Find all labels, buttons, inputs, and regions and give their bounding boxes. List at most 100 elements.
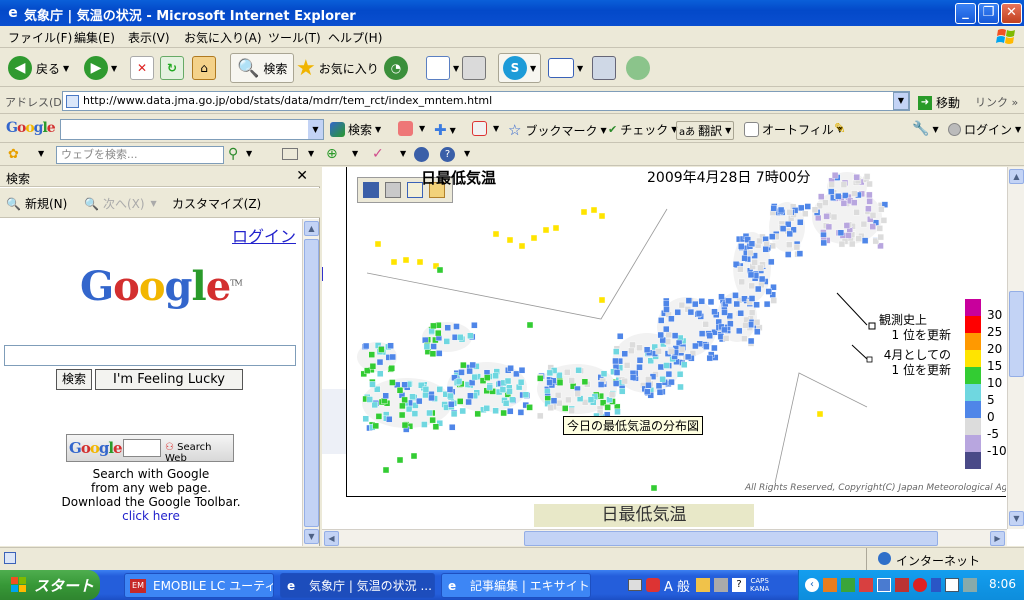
- horizontal-scroll-thumb[interactable]: [524, 531, 938, 546]
- help-icon[interactable]: ?: [440, 147, 455, 162]
- customize-button[interactable]: カスタマイズ(Z): [172, 195, 261, 212]
- ime-tool-icon[interactable]: [714, 578, 729, 592]
- highlight-button[interactable]: ✎: [834, 121, 846, 137]
- ime-icon[interactable]: [646, 578, 660, 592]
- tray-app-icon[interactable]: [859, 578, 873, 592]
- menu-edit[interactable]: 編集(E): [74, 29, 115, 46]
- volume-icon[interactable]: [963, 578, 977, 592]
- messenger-people-button[interactable]: [626, 53, 650, 83]
- history-button[interactable]: ◔: [384, 53, 408, 83]
- security-alert-icon[interactable]: [913, 578, 927, 592]
- taskbar-item-emobile[interactable]: EM EMOBILE LC ユーティ...: [124, 573, 274, 598]
- menu-favorites[interactable]: お気に入り(A): [184, 29, 262, 46]
- search-icon[interactable]: ⚲: [228, 146, 238, 162]
- print-icon[interactable]: [385, 182, 401, 198]
- scroll-thumb[interactable]: [304, 239, 319, 527]
- bookmark-button[interactable]: ☆ ブックマーク ▼: [508, 121, 607, 139]
- research-button[interactable]: [592, 53, 616, 83]
- mail-button[interactable]: ▼: [426, 53, 459, 83]
- promo-link[interactable]: click here: [0, 509, 302, 523]
- tray-app-icon[interactable]: [823, 578, 837, 592]
- address-dropdown-button[interactable]: ▼: [893, 92, 909, 110]
- chevron-down-icon[interactable]: ▼: [111, 64, 117, 73]
- window-titlebar[interactable]: e 気象庁 | 気温の状況 - Microsoft Internet Explo…: [0, 0, 1024, 26]
- scroll-up-button[interactable]: ▲: [304, 221, 319, 236]
- messenger-button[interactable]: S ▼: [498, 53, 542, 83]
- tray-app-icon[interactable]: [895, 578, 909, 592]
- menu-tools[interactable]: ツール(T): [268, 29, 321, 46]
- new-search-button[interactable]: 🔍 新規(N): [6, 195, 67, 212]
- scroll-down-button[interactable]: ▼: [304, 529, 319, 544]
- minimize-button[interactable]: _: [955, 3, 976, 24]
- chevron-down-icon[interactable]: ▼: [464, 149, 470, 158]
- chevron-down-icon[interactable]: ▼: [577, 64, 583, 73]
- web-search-input[interactable]: ウェブを検索...: [56, 146, 224, 164]
- google-search-button[interactable]: 検索 ▼: [330, 121, 381, 138]
- eraser-button[interactable]: ▼: [398, 121, 425, 136]
- toolbar-logo-icon[interactable]: ✿: [8, 147, 19, 162]
- links-button[interactable]: リンク »: [975, 94, 1018, 110]
- settings-button[interactable]: 🔧 ▼: [912, 121, 939, 137]
- taskbar-item-jma[interactable]: e 気象庁 | 気温の状況 ...: [280, 573, 435, 598]
- chevron-down-icon[interactable]: ▼: [246, 149, 252, 158]
- clock[interactable]: 8:06: [989, 577, 1016, 591]
- google-toolbar-search-dropdown[interactable]: ▼: [308, 120, 323, 139]
- plus-circle-icon[interactable]: ⊕: [326, 146, 338, 162]
- chevron-down-icon[interactable]: ▼: [400, 149, 406, 158]
- ime-dictionary-icon[interactable]: [696, 578, 711, 592]
- edit-button[interactable]: ▼: [548, 53, 583, 83]
- save-icon[interactable]: [363, 182, 379, 198]
- google-search-button[interactable]: 検索: [56, 369, 92, 390]
- login-link[interactable]: ログイン: [232, 223, 296, 247]
- chevron-down-icon[interactable]: ▼: [530, 64, 536, 73]
- search-button[interactable]: 🔍 検索: [230, 53, 295, 83]
- forward-button[interactable]: ▶ ▼: [84, 53, 117, 83]
- window-icon[interactable]: [282, 148, 298, 160]
- content-vertical-scrollbar[interactable]: ▲ ▼: [1007, 167, 1024, 529]
- scroll-right-button[interactable]: ▶: [990, 531, 1005, 546]
- google-toolbar-logo[interactable]: Google: [6, 120, 56, 136]
- popup-blocker-button[interactable]: ▼: [472, 121, 499, 136]
- google-toolbar-search-input[interactable]: [60, 119, 324, 140]
- scroll-left-button[interactable]: ◀: [324, 531, 339, 546]
- scroll-down-button[interactable]: ▼: [1009, 511, 1024, 526]
- stop-button[interactable]: ✕: [130, 53, 154, 83]
- back-button[interactable]: ◀ 戻る ▼: [8, 53, 69, 83]
- content-horizontal-scrollbar[interactable]: ◀ ▶: [322, 529, 1007, 546]
- autofill-button[interactable]: オートフィル ▼: [744, 121, 843, 138]
- monitor-icon[interactable]: [945, 578, 959, 592]
- print-button[interactable]: [462, 53, 486, 83]
- tray-expand-icon[interactable]: ‹: [805, 578, 819, 592]
- tray-app-icon[interactable]: [841, 578, 855, 592]
- restore-button[interactable]: ❐: [978, 3, 999, 24]
- start-button[interactable]: スタート: [0, 570, 100, 600]
- network-icon[interactable]: [877, 578, 891, 592]
- scroll-up-button[interactable]: ▲: [1009, 169, 1024, 184]
- feeling-lucky-button[interactable]: I'm Feeling Lucky: [95, 369, 243, 390]
- ime-mode[interactable]: A 般: [664, 576, 690, 595]
- chevron-down-icon[interactable]: ▼: [63, 64, 69, 73]
- ime-help-icon[interactable]: ?: [732, 578, 747, 592]
- address-input[interactable]: http://www.data.jma.go.jp/obd/stats/data…: [62, 91, 910, 111]
- favorites-button[interactable]: ★ お気に入り: [296, 53, 379, 83]
- close-button[interactable]: ✕: [1001, 3, 1022, 24]
- search-pane-scrollbar[interactable]: ▲ ▼: [302, 219, 319, 546]
- menu-view[interactable]: 表示(V): [128, 29, 170, 46]
- taskbar-item-excite[interactable]: e 記事編集 | エキサイト...: [441, 573, 591, 598]
- go-button[interactable]: ➜ 移動: [918, 94, 960, 111]
- refresh-button[interactable]: ↻: [160, 53, 184, 83]
- home-button[interactable]: ⌂: [192, 53, 216, 83]
- chevron-down-icon[interactable]: ▼: [308, 149, 314, 158]
- keyboard-icon[interactable]: [628, 579, 642, 591]
- chevron-down-icon[interactable]: ▼: [453, 64, 459, 73]
- google-search-input[interactable]: [4, 345, 296, 366]
- menu-file[interactable]: ファイル(F): [8, 29, 72, 46]
- chevron-down-icon[interactable]: ▼: [352, 149, 358, 158]
- add-button[interactable]: ✚ ▼: [434, 121, 456, 139]
- close-icon[interactable]: ✕: [296, 168, 308, 184]
- checkmark-icon[interactable]: ✓: [372, 146, 384, 162]
- battery-icon[interactable]: [931, 578, 941, 592]
- login-button[interactable]: ログイン ▼: [948, 121, 1021, 138]
- chevron-down-icon[interactable]: ▼: [38, 149, 44, 158]
- next-button[interactable]: 🔍 次へ(X) ▼: [84, 195, 157, 212]
